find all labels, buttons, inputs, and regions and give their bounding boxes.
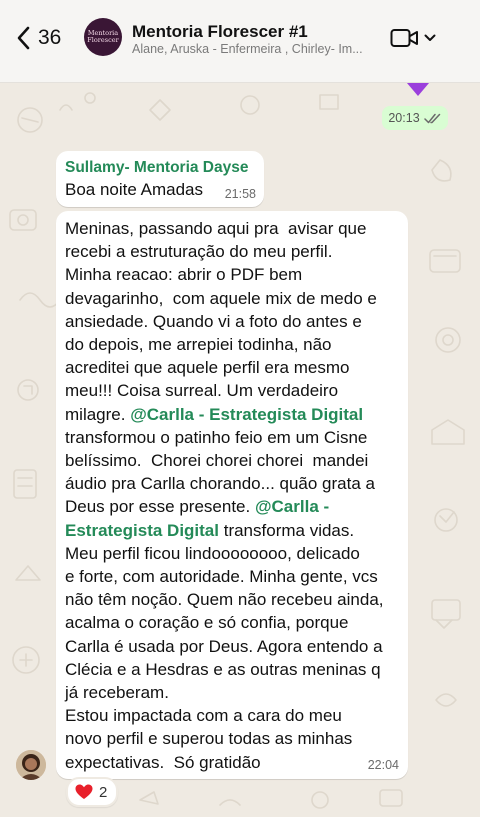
heart-icon: [75, 784, 93, 799]
message-text: Boa noite Amadas: [65, 180, 203, 199]
chat-header: 36 Mentoria Florescer Mentoria Florescer…: [0, 0, 480, 83]
chevron-left-icon: [17, 26, 30, 50]
message-bubble-testimonial[interactable]: Meninas, passando aqui pra avisar que re…: [56, 211, 408, 779]
double-check-icon: [423, 113, 440, 123]
message-time: 21:58: [224, 187, 256, 201]
sender-avatar[interactable]: [16, 750, 46, 780]
avatar-text-line2: Florescer: [87, 36, 119, 44]
back-button[interactable]: 36: [16, 26, 61, 50]
message-bubble-greeting[interactable]: Sullamy- Mentoria Dayse Boa noite Amadas…: [56, 151, 264, 207]
mention-link[interactable]: @Carlla - Estrategista Digital: [130, 405, 363, 424]
group-members[interactable]: Alane, Aruska - Enfermeira , Chirley- Im…: [132, 42, 382, 56]
outgoing-time: 20:13: [388, 111, 420, 125]
unread-count: 36: [38, 26, 62, 49]
reaction-pill[interactable]: 2: [66, 777, 119, 807]
avatar-photo: [16, 750, 46, 780]
message-time: 22:04: [367, 758, 399, 772]
group-avatar[interactable]: Mentoria Florescer: [84, 18, 122, 56]
message-text: Meninas, passando aqui pra avisar que re…: [65, 217, 410, 774]
video-call-button[interactable]: [390, 28, 436, 48]
outgoing-status-bubble: 20:13: [382, 106, 448, 130]
message-text-part: transforma vidas. Meu perfil ficou lindo…: [65, 520, 384, 772]
message-text-part: Meninas, passando aqui pra avisar que re…: [65, 219, 377, 424]
sender-name[interactable]: Sullamy- Mentoria Dayse: [65, 159, 248, 177]
message-list[interactable]: 20:13 Sullamy- Mentoria Dayse Boa noite …: [0, 63, 480, 817]
video-camera-icon: [390, 29, 418, 47]
reaction-count: 2: [99, 783, 108, 801]
group-title[interactable]: Mentoria Florescer #1: [132, 22, 308, 42]
chevron-down-icon: [424, 34, 436, 41]
